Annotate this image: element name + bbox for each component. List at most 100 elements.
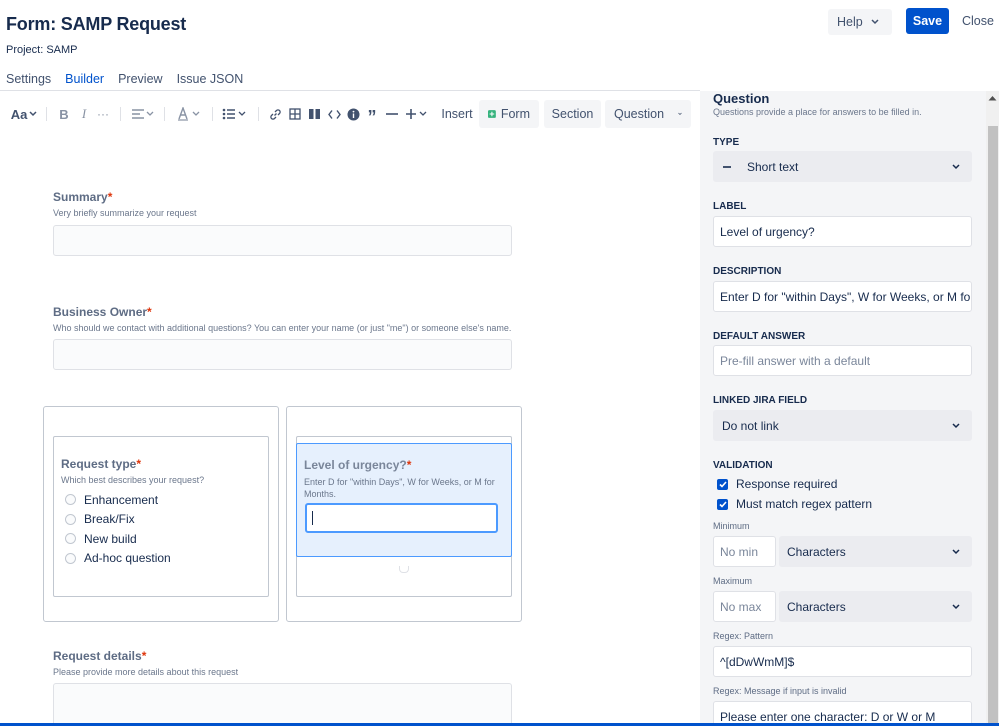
radio-circle[interactable] <box>65 513 76 525</box>
request-details-label: Request details <box>53 649 142 663</box>
tab-settings[interactable]: Settings <box>6 72 51 90</box>
business-owner-input[interactable] <box>53 339 512 370</box>
regex-pattern-input[interactable]: ^[dDwWmM]$ <box>713 646 972 677</box>
text-style-label: Aa <box>10 106 28 122</box>
maximum-unit-value: Characters <box>787 599 846 614</box>
link-icon[interactable] <box>266 100 284 128</box>
radio-option[interactable]: New build <box>65 529 171 549</box>
description-label: DESCRIPTION <box>713 266 782 277</box>
option-label: Enhancement <box>84 492 159 507</box>
urgency-label: Level of urgency? <box>304 458 407 472</box>
more-formatting-icon[interactable]: ··· <box>95 100 111 128</box>
table-icon[interactable] <box>286 100 304 128</box>
insert-label[interactable]: Insert <box>441 100 472 128</box>
request-details-input[interactable] <box>53 683 512 726</box>
type-select[interactable]: Short text <box>713 151 972 182</box>
required-asterisk: * <box>141 649 147 663</box>
chevron-down-icon <box>952 422 960 428</box>
insert-form-button[interactable]: Form <box>479 100 539 128</box>
tab-bar: Settings Builder Preview Issue JSON <box>6 72 257 90</box>
minimum-unit-value: Characters <box>787 544 846 559</box>
tab-issue-json[interactable]: Issue JSON <box>177 72 244 90</box>
required-asterisk: * <box>406 458 412 472</box>
chevron-down-icon <box>952 163 960 169</box>
text-color-icon[interactable] <box>176 100 202 128</box>
tab-builder[interactable]: Builder <box>65 72 104 90</box>
summary-input[interactable] <box>53 225 512 256</box>
insert-plus-icon[interactable] <box>404 100 430 128</box>
chevron-down-icon <box>678 112 682 116</box>
save-button[interactable]: Save <box>906 8 949 34</box>
type-label: TYPE <box>713 137 740 148</box>
response-required-checkbox[interactable]: Response required <box>717 477 837 491</box>
text-style-dropdown[interactable]: Aa <box>10 100 38 128</box>
chevron-down-icon <box>29 111 37 117</box>
minimum-input[interactable]: No min <box>713 536 776 567</box>
radio-circle[interactable] <box>65 533 76 545</box>
drag-handle[interactable] <box>399 566 409 573</box>
urgency-question-selected[interactable]: Level of urgency?* Enter D for "within D… <box>296 443 512 557</box>
request-details-question[interactable]: Request details* Please provide more det… <box>53 649 238 677</box>
scroll-up-arrow-icon[interactable] <box>988 95 997 101</box>
linked-jira-field-value: Do not link <box>722 418 779 433</box>
info-icon[interactable] <box>345 100 361 128</box>
request-type-label: Request type <box>61 457 137 471</box>
bullet-list-icon[interactable] <box>222 100 248 128</box>
help-label: Help <box>837 15 863 29</box>
summary-question[interactable]: Summary* Very briefly summarize your req… <box>53 190 197 218</box>
regex-match-checkbox[interactable]: Must match regex pattern <box>717 497 872 511</box>
minimum-label: Minimum <box>713 521 750 531</box>
description-input[interactable]: Enter D for "within Days", W for Weeks, … <box>713 281 972 312</box>
short-text-icon <box>723 165 731 168</box>
maximum-unit-select[interactable]: Characters <box>779 591 972 622</box>
checkbox-checked-icon[interactable] <box>717 478 728 490</box>
default-answer-input[interactable]: Pre-fill answer with a default <box>713 345 972 376</box>
option-label: Break/Fix <box>84 512 135 527</box>
business-owner-question[interactable]: Business Owner* Who should we contact wi… <box>53 305 511 333</box>
request-type-question[interactable]: Request type* Which best describes your … <box>53 436 269 597</box>
required-asterisk: * <box>136 457 142 471</box>
panel-subtitle: Questions provide a place for answers to… <box>713 107 922 117</box>
project-label: Project: SAMP <box>6 44 78 56</box>
radio-option[interactable]: Enhancement <box>65 490 171 510</box>
summary-label: Summary <box>53 190 108 204</box>
panel-title: Question <box>713 91 770 106</box>
quote-icon[interactable]: ” <box>364 100 380 128</box>
radio-circle[interactable] <box>65 552 76 564</box>
divider-icon[interactable] <box>384 100 400 128</box>
option-label: Ad-hoc question <box>84 551 171 566</box>
maximum-input[interactable]: No max <box>713 591 776 622</box>
bold-icon[interactable]: B <box>56 100 72 128</box>
tab-preview[interactable]: Preview <box>118 72 162 90</box>
chevron-down-icon <box>952 603 960 609</box>
maximum-label: Maximum <box>713 576 753 586</box>
insert-section-button[interactable]: Section <box>544 100 601 128</box>
regex-message-label: Regex: Message if input is invalid <box>713 686 847 696</box>
label-input[interactable]: Level of urgency? <box>713 216 972 247</box>
radio-circle[interactable] <box>65 494 76 506</box>
text-cursor <box>312 511 313 525</box>
italic-icon[interactable]: I <box>76 100 92 128</box>
radio-option[interactable]: Ad-hoc question <box>65 549 171 569</box>
default-answer-label: DEFAULT ANSWER <box>713 331 806 342</box>
required-asterisk: * <box>147 305 152 319</box>
toolbar-divider <box>258 107 259 121</box>
required-asterisk: * <box>107 190 113 204</box>
code-icon[interactable] <box>325 100 343 128</box>
layout-columns-icon[interactable] <box>305 100 323 128</box>
scrollbar-thumb[interactable] <box>988 126 998 726</box>
summary-description: Very briefly summarize your request <box>53 208 197 218</box>
chevron-down-icon <box>871 19 879 25</box>
checkbox-checked-icon[interactable] <box>717 498 728 510</box>
help-button[interactable]: Help <box>828 9 892 35</box>
alignment-icon[interactable] <box>130 100 156 128</box>
radio-option[interactable]: Break/Fix <box>65 510 171 530</box>
insert-question-button[interactable]: Question <box>605 100 691 128</box>
toolbar-divider <box>212 107 213 121</box>
minimum-unit-select[interactable]: Characters <box>779 536 972 567</box>
urgency-input[interactable] <box>305 503 498 533</box>
close-button[interactable]: Close <box>962 14 994 28</box>
linked-jira-field-select[interactable]: Do not link <box>713 410 972 441</box>
linked-jira-field-label: LINKED JIRA FIELD <box>713 395 808 406</box>
business-owner-description: Who should we contact with additional qu… <box>53 323 512 333</box>
